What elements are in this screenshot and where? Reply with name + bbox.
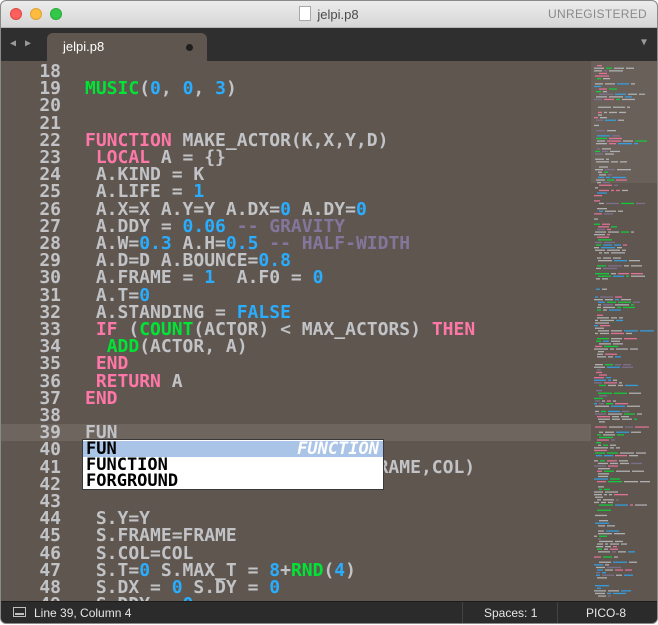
autocomplete-hint: FUNCTION [297,439,379,459]
code-text: END [85,387,118,409]
code-token: 0 [150,78,161,100]
code-token: S.DY = [182,577,270,598]
panel-toggle-icon[interactable] [13,607,26,617]
code-editor[interactable]: 18 19 MUSIC(0, 0, 3) 20 21 22 FUNCTION MAKE_AC… [1,61,591,601]
code-token: ) [345,559,356,581]
document-icon [299,6,312,21]
code-token: ( [323,559,335,581]
code-token: 3 [215,78,226,100]
code-token: RND [290,559,324,581]
syntax-selector[interactable]: PICO-8 [586,606,626,620]
unsaved-dot-icon[interactable] [186,44,193,51]
code-text: MUSIC(0, 0, 3) [85,78,237,100]
code-token: THEN [431,319,476,340]
title-bar[interactable]: jelpi.p8 UNREGISTERED [1,1,657,28]
status-bar: Line 39, Column 4 Spaces: 1 PICO-8 [1,601,657,623]
minimap[interactable] [591,61,657,601]
code-token: A [160,370,183,392]
editor-window: jelpi.p8 UNREGISTERED ◀ ▶ jelpi.p8 ▼ 18 1… [1,1,657,623]
tab-bar: ◀ ▶ jelpi.p8 ▼ [1,28,657,61]
status-divider [557,602,558,623]
code-token: 0 [183,594,194,601]
line-number: 45 [39,525,61,547]
minimap-code-preview [594,65,654,597]
status-divider [462,602,463,623]
code-token: 0 [269,577,281,598]
code-token: END [85,387,118,409]
code-token: 0 [182,78,194,100]
code-token: 0 [312,267,324,289]
code-token: S.DDY = [85,594,183,601]
autocomplete-label: FORGROUND [86,471,179,491]
code-token: + [280,559,291,581]
indentation-setting[interactable]: Spaces: 1 [484,606,537,620]
autocomplete-popup[interactable]: FUN FUNCTION FUNCTION FORGROUND [82,439,384,490]
line-number: 35 [39,353,61,375]
tab-jelpi[interactable]: jelpi.p8 [47,33,207,61]
code-token: (ACTOR, A) [139,336,248,358]
code-line[interactable]: 20 [1,95,591,117]
window-title-text: jelpi.p8 [317,7,359,22]
code-token: 1 [204,267,216,289]
line-number: 25 [39,181,61,203]
code-line[interactable]: 19 MUSIC(0, 0, 3) [1,78,591,100]
code-token: 0 [355,198,367,220]
arrow-left-icon[interactable]: ◀ [10,38,16,49]
registration-status: UNREGISTERED [548,7,647,21]
line-number: 30 [39,267,61,289]
code-line[interactable]: 37 END [1,387,591,409]
tab-label: jelpi.p8 [63,39,105,54]
code-token: , [193,78,216,100]
cursor-position[interactable]: Line 39, Column 4 [34,606,131,620]
code-token: ) [225,78,237,100]
line-number: 40 [39,439,61,461]
code-token: A.F0 = [215,267,313,289]
code-token: ( [139,78,151,100]
line-number: 20 [39,95,61,117]
code-token: , [160,78,183,100]
code-token: MUSIC [85,78,140,100]
code-token: 4 [334,559,346,581]
tab-menu-chevron-icon[interactable]: ▼ [641,37,647,48]
arrow-right-icon[interactable]: ▶ [25,38,31,49]
autocomplete-item[interactable]: FORGROUND [83,471,383,491]
